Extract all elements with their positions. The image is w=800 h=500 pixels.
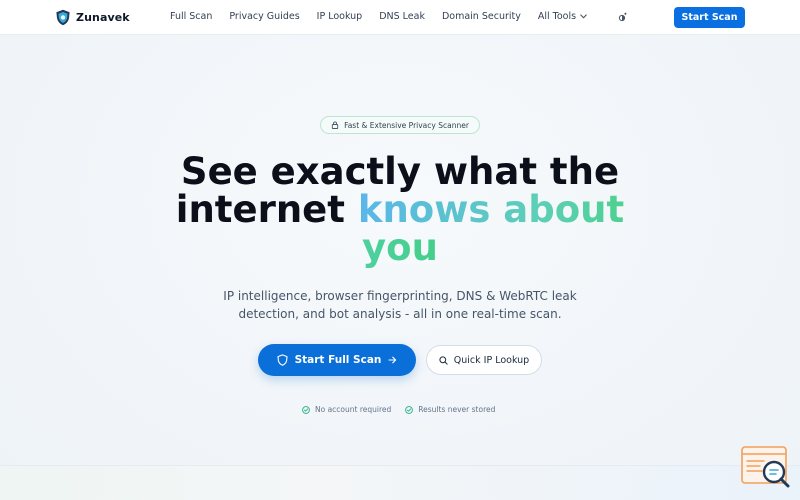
reassurance-label: Results never stored: [418, 405, 496, 414]
top-navigation-bar: Zunavek Full Scan Privacy Guides IP Look…: [0, 0, 800, 35]
nav-item-privacy-guides[interactable]: Privacy Guides: [229, 11, 299, 22]
reassurance-row: No account required Results never stored: [302, 405, 495, 414]
lock-icon: [331, 121, 339, 129]
hero-subtitle: IP intelligence, browser fingerprinting,…: [223, 289, 577, 321]
start-full-scan-button[interactable]: Start Full Scan: [258, 344, 416, 376]
check-circle-icon: [405, 405, 414, 414]
nav-item-ip-lookup[interactable]: IP Lookup: [317, 11, 363, 22]
brand-name: Zunavek: [76, 11, 130, 24]
headline-internet: internet: [175, 188, 345, 231]
headline-line-3: you: [150, 229, 650, 267]
shield-icon: [277, 354, 288, 366]
arrow-right-icon: [388, 356, 397, 364]
nav-item-all-tools[interactable]: All Tools: [538, 11, 587, 22]
hero-badge: Fast & Extensive Privacy Scanner: [320, 116, 480, 134]
headline-highlight-you: you: [362, 226, 438, 269]
reassurance-item: Results never stored: [405, 405, 495, 414]
nav-item-dns-leak[interactable]: DNS Leak: [379, 11, 425, 22]
search-icon: [439, 355, 448, 365]
theme-toggle-icon[interactable]: [617, 12, 628, 23]
primary-nav: Full Scan Privacy Guides IP Lookup DNS L…: [170, 11, 587, 22]
quick-ip-lookup-label: Quick IP Lookup: [453, 354, 530, 366]
brand-home-link[interactable]: Zunavek: [55, 9, 130, 26]
header-start-scan-button[interactable]: Start Scan: [674, 7, 745, 28]
headline-highlight-knows-about: knows about: [357, 188, 625, 231]
shield-logo-icon: [56, 9, 70, 26]
floating-inspect-widget-icon[interactable]: [740, 445, 792, 489]
reassurance-label: No account required: [315, 405, 392, 414]
chevron-down-icon: [580, 14, 587, 19]
headline-line-1: See exactly what the: [180, 150, 620, 193]
nav-item-full-scan[interactable]: Full Scan: [170, 11, 212, 22]
nav-item-domain-security[interactable]: Domain Security: [442, 11, 521, 22]
reassurance-item: No account required: [302, 405, 391, 414]
check-circle-icon: [302, 405, 310, 414]
hero-headline: See exactly what the internet knows abou…: [150, 153, 650, 267]
hero-badge-text: Fast & Extensive Privacy Scanner: [344, 120, 469, 130]
next-section-strip: [0, 465, 800, 500]
headline-line-2: internet knows about: [150, 191, 650, 229]
quick-ip-lookup-button[interactable]: Quick IP Lookup: [426, 345, 542, 375]
start-full-scan-label: Start Full Scan: [294, 354, 382, 366]
nav-item-all-tools-label: All Tools: [537, 11, 577, 22]
